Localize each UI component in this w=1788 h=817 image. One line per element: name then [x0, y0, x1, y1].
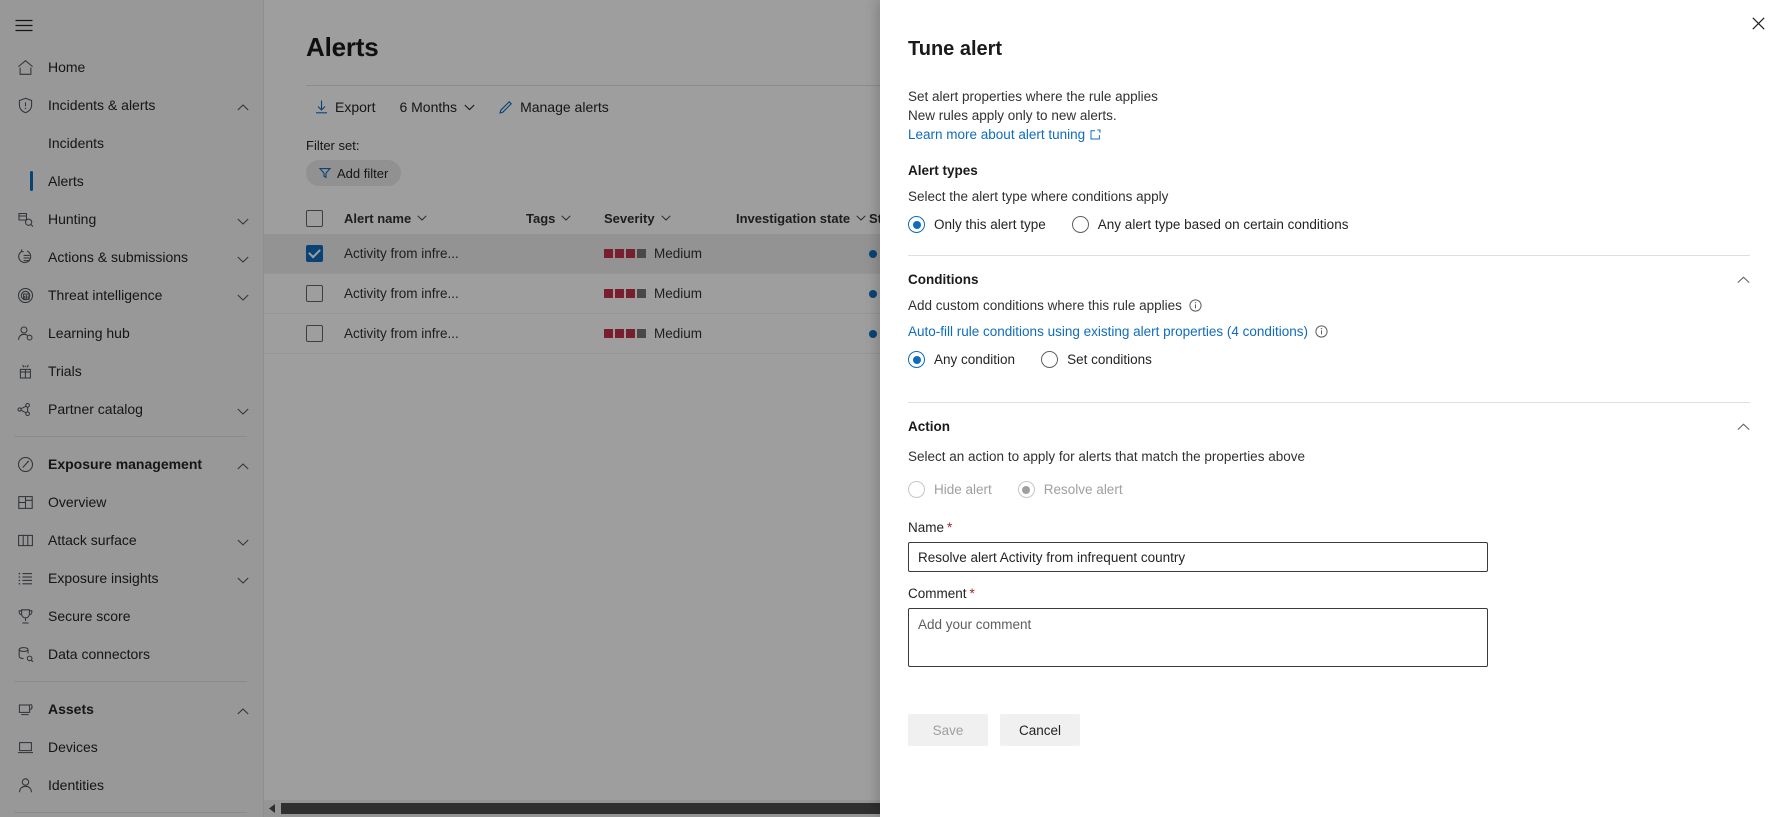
radio-label: Any condition: [934, 352, 1015, 367]
conditions-description: Add custom conditions where this rule ap…: [908, 298, 1182, 313]
action-radio-group: Hide alert Resolve alert: [908, 481, 1750, 498]
autofill-row: Auto-fill rule conditions using existing…: [908, 324, 1750, 339]
radio-any-condition[interactable]: Any condition: [908, 351, 1015, 368]
name-input[interactable]: [908, 542, 1488, 572]
alert-types-heading: Alert types: [908, 163, 1750, 178]
tune-alert-panel: Tune alert Set alert properties where th…: [880, 0, 1788, 817]
app-root: HomeIncidents & alertsIncidentsAlertsHun…: [0, 0, 1788, 817]
radio-label: Only this alert type: [934, 217, 1046, 232]
name-field-label: Name*: [908, 520, 1750, 535]
intro-line-1: Set alert properties where the rule appl…: [908, 87, 1750, 106]
comment-field-label: Comment*: [908, 586, 1750, 601]
conditions-heading: Conditions: [908, 272, 979, 287]
radio-set-conditions[interactable]: Set conditions: [1041, 351, 1152, 368]
comment-label-text: Comment: [908, 586, 967, 601]
alert-type-radio-group: Only this alert type Any alert type based…: [908, 216, 1750, 233]
radio-resolve-alert: Resolve alert: [1018, 481, 1123, 498]
alert-types-description: Select the alert type where conditions a…: [908, 189, 1750, 204]
radio-only-this-alert-type[interactable]: Only this alert type: [908, 216, 1046, 233]
save-button[interactable]: Save: [908, 714, 988, 746]
panel-title: Tune alert: [908, 0, 1750, 61]
panel-body: Tune alert Set alert properties where th…: [880, 0, 1788, 746]
info-icon[interactable]: [1189, 299, 1202, 312]
info-icon[interactable]: [1315, 325, 1328, 338]
conditions-divider: [908, 255, 1750, 256]
required-marker: *: [970, 586, 975, 601]
autofill-conditions-link[interactable]: Auto-fill rule conditions using existing…: [908, 324, 1308, 339]
conditions-radio-group: Any condition Set conditions: [908, 351, 1750, 368]
radio-label: Hide alert: [934, 482, 992, 497]
radio-hide-alert: Hide alert: [908, 481, 992, 498]
chevron-up-icon[interactable]: [1737, 423, 1750, 431]
close-icon[interactable]: [1742, 7, 1774, 39]
cancel-button[interactable]: Cancel: [1000, 714, 1080, 746]
radio-indicator: [908, 216, 925, 233]
chevron-up-icon[interactable]: [1737, 276, 1750, 284]
action-divider: [908, 402, 1750, 403]
radio-label: Any alert type based on certain conditio…: [1098, 217, 1349, 232]
action-section-header[interactable]: Action: [908, 419, 1750, 434]
action-heading: Action: [908, 419, 950, 434]
name-label-text: Name: [908, 520, 944, 535]
radio-any-alert-type-based-on-certain-conditions[interactable]: Any alert type based on certain conditio…: [1072, 216, 1349, 233]
panel-action-buttons: Save Cancel: [908, 714, 1750, 746]
comment-textarea[interactable]: [908, 608, 1488, 667]
radio-indicator: [908, 351, 925, 368]
action-description: Select an action to apply for alerts tha…: [908, 449, 1750, 464]
radio-label: Resolve alert: [1044, 482, 1123, 497]
radio-indicator: [1072, 216, 1089, 233]
radio-indicator: [1041, 351, 1058, 368]
radio-indicator: [1018, 481, 1035, 498]
learn-more-label: Learn more about alert tuning: [908, 127, 1085, 142]
required-marker: *: [947, 520, 952, 535]
conditions-section-header[interactable]: Conditions: [908, 272, 1750, 287]
intro-line-2: New rules apply only to new alerts.: [908, 106, 1750, 125]
radio-label: Set conditions: [1067, 352, 1152, 367]
learn-more-link[interactable]: Learn more about alert tuning: [908, 125, 1750, 144]
panel-intro: Set alert properties where the rule appl…: [908, 87, 1750, 144]
external-link-icon: [1090, 129, 1101, 140]
radio-indicator: [908, 481, 925, 498]
conditions-description-row: Add custom conditions where this rule ap…: [908, 298, 1750, 313]
